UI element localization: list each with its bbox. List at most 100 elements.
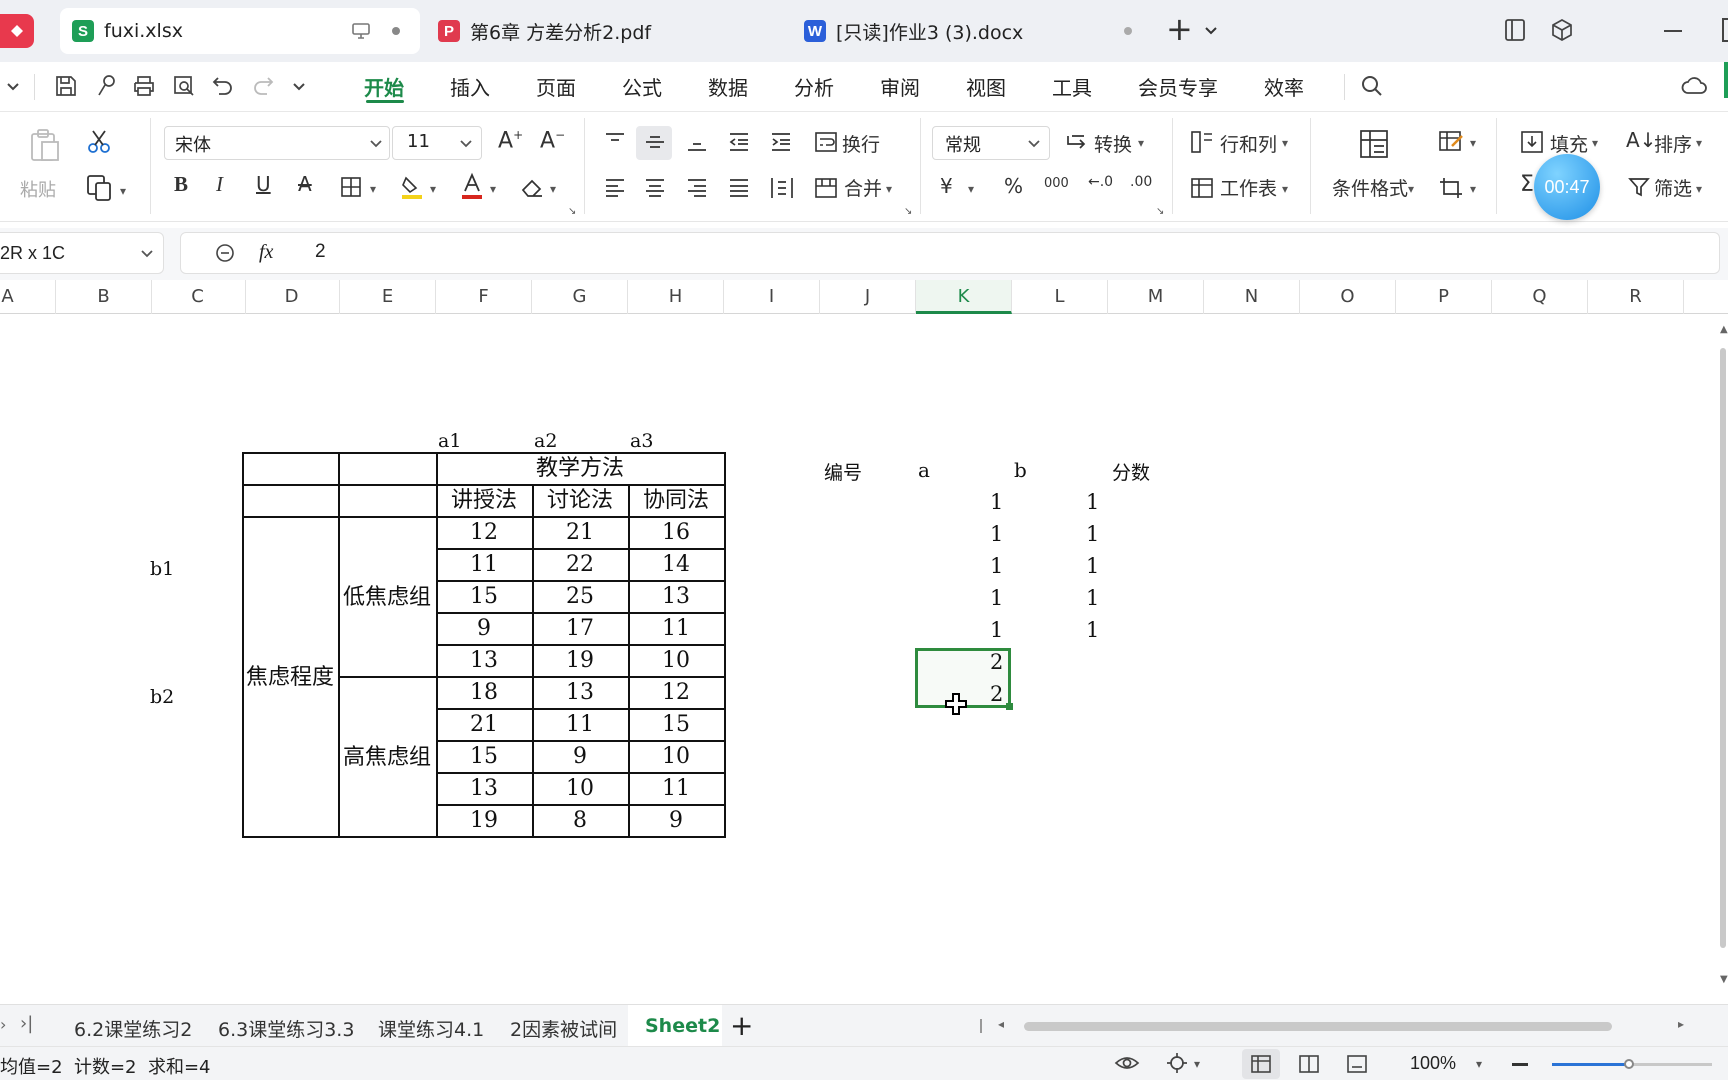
data-cell[interactable]: 13	[628, 582, 724, 612]
column-header-a[interactable]: A	[0, 280, 56, 314]
data-cell[interactable]: 21	[532, 518, 628, 548]
scroll-down-arrow[interactable]: ▼	[1720, 974, 1728, 985]
crop-icon[interactable]	[1438, 176, 1464, 200]
chevron-down-icon[interactable]: ▾	[1696, 182, 1702, 196]
italic-icon[interactable]: I	[216, 172, 223, 197]
chevron-down-icon[interactable]: ▾	[1696, 136, 1702, 150]
sheet-tab-4[interactable]: 2因素被试间	[510, 1015, 617, 1042]
data-cell[interactable]: 11	[628, 614, 724, 644]
column-header-f[interactable]: F	[436, 280, 532, 314]
header-a[interactable]: a	[918, 458, 930, 482]
align-left-icon[interactable]	[604, 178, 626, 198]
spreadsheet-grid[interactable]: a1 a2 a3 b1 b2 教学方法 讲授法 讨论法 协同法 焦虑程度 低焦虑…	[0, 314, 1728, 1004]
worksheet-label[interactable]: 工作表	[1220, 174, 1277, 201]
tab-docx[interactable]: W [只读]作业3 (3).docx	[794, 8, 1152, 54]
wrap-text-icon[interactable]	[814, 130, 838, 154]
menu-view[interactable]: 视图	[966, 72, 1006, 101]
data-cell[interactable]: 16	[628, 518, 724, 548]
print-preview-icon[interactable]	[172, 74, 196, 98]
conditional-format-label[interactable]: 条件格式	[1332, 174, 1408, 201]
rows-cols-label[interactable]: 行和列	[1220, 130, 1277, 157]
copy-icon[interactable]	[86, 174, 114, 202]
column-header-c[interactable]: C	[150, 280, 246, 314]
filter-label[interactable]: 筛选	[1654, 174, 1692, 201]
menu-analysis[interactable]: 分析	[794, 72, 834, 101]
header-b[interactable]: b	[1014, 458, 1027, 482]
method-lecture[interactable]: 讲授法	[436, 486, 532, 516]
cell-k[interactable]: 1	[990, 554, 1003, 578]
chevron-down-icon[interactable]: ▾	[1592, 136, 1598, 150]
menu-member[interactable]: 会员专享	[1138, 72, 1218, 101]
data-cell[interactable]: 13	[532, 678, 628, 708]
data-cell[interactable]: 13	[436, 774, 532, 804]
data-cell[interactable]: 10	[628, 742, 724, 772]
chevron-down-icon[interactable]	[292, 82, 306, 92]
column-header-d[interactable]: D	[244, 280, 340, 314]
merge-label[interactable]: 合并	[844, 174, 882, 201]
factor-anxiety[interactable]: 焦虑程度	[242, 518, 338, 838]
rows-cols-icon[interactable]	[1190, 130, 1214, 154]
method-discussion[interactable]: 讨论法	[532, 486, 628, 516]
sum-icon[interactable]: Σ	[1520, 172, 1534, 197]
cell-label-a1[interactable]: a1	[438, 430, 461, 452]
wps-logo-icon[interactable]	[0, 14, 34, 48]
cell-k[interactable]: 1	[990, 618, 1003, 642]
minimize-icon[interactable]	[1664, 30, 1682, 32]
sort-label[interactable]: 排序	[1654, 130, 1692, 157]
cell-style-icon[interactable]	[1438, 130, 1464, 154]
cell-label-a2[interactable]: a2	[534, 430, 557, 452]
column-header-j[interactable]: J	[820, 280, 916, 314]
cell-l[interactable]: 1	[1086, 618, 1099, 642]
chevron-down-icon[interactable]	[6, 82, 20, 92]
cell-k[interactable]: 1	[990, 522, 1003, 546]
cell-label-b2[interactable]: b2	[150, 686, 174, 708]
cell-k[interactable]: 1	[990, 490, 1003, 514]
horizontal-scroll-thumb[interactable]	[1024, 1022, 1612, 1031]
data-cell[interactable]: 17	[532, 614, 628, 644]
header-id[interactable]: 编号	[824, 458, 862, 485]
currency-icon[interactable]: ¥	[940, 174, 953, 198]
menu-home[interactable]: 开始	[364, 72, 404, 101]
column-header-p[interactable]: P	[1396, 280, 1492, 314]
column-header-n[interactable]: N	[1204, 280, 1300, 314]
font-color-icon[interactable]	[460, 172, 484, 200]
convert-label[interactable]: 转换	[1094, 130, 1132, 157]
cell-k[interactable]: 1	[990, 586, 1003, 610]
column-header-o[interactable]: O	[1300, 280, 1396, 314]
column-header-i[interactable]: I	[724, 280, 820, 314]
save-icon[interactable]	[54, 74, 78, 98]
data-cell[interactable]: 25	[532, 582, 628, 612]
data-cell[interactable]: 14	[628, 550, 724, 580]
convert-icon[interactable]	[1064, 132, 1088, 154]
fill-color-icon[interactable]	[400, 174, 424, 200]
cube-icon[interactable]	[1550, 18, 1574, 42]
paste-label[interactable]: 粘贴	[20, 176, 56, 202]
data-cell[interactable]: 8	[532, 806, 628, 836]
chevron-down-icon[interactable]: ▾	[1282, 136, 1288, 150]
font-name-select[interactable]: 宋体	[164, 126, 390, 160]
font-size-select[interactable]: 11	[392, 126, 482, 160]
increase-decimal-icon[interactable]: ←.0	[1088, 174, 1113, 190]
distributed-icon[interactable]	[770, 176, 794, 200]
cell-l[interactable]: 1	[1086, 586, 1099, 610]
data-cell[interactable]: 19	[532, 646, 628, 676]
chevron-down-icon[interactable]: ▾	[550, 182, 556, 196]
menu-formula[interactable]: 公式	[622, 72, 662, 101]
chevron-down-icon[interactable]: ▾	[1282, 182, 1288, 196]
zoom-slider[interactable]	[1552, 1059, 1712, 1069]
dialog-launcher-icon[interactable]: ↘	[568, 206, 576, 217]
bold-icon[interactable]: B	[174, 172, 188, 197]
scroll-thumb[interactable]	[1720, 348, 1726, 948]
data-cell[interactable]: 9	[628, 806, 724, 836]
method-collaborative[interactable]: 协同法	[628, 486, 724, 516]
align-center-icon[interactable]	[644, 178, 666, 198]
page-view-icon[interactable]	[1298, 1053, 1320, 1075]
percent-icon[interactable]: %	[1004, 174, 1023, 198]
header-score[interactable]: 分数	[1112, 458, 1150, 485]
unsaved-dot-icon[interactable]	[1124, 27, 1132, 35]
vertical-scrollbar[interactable]: ▲ ▼	[1718, 324, 1728, 994]
column-header-g[interactable]: G	[532, 280, 628, 314]
chevron-down-icon[interactable]: ▾	[1408, 182, 1414, 196]
chevron-down-icon[interactable]: ▾	[430, 182, 436, 196]
sheet-tab-active[interactable]: Sheet2	[645, 1015, 720, 1037]
